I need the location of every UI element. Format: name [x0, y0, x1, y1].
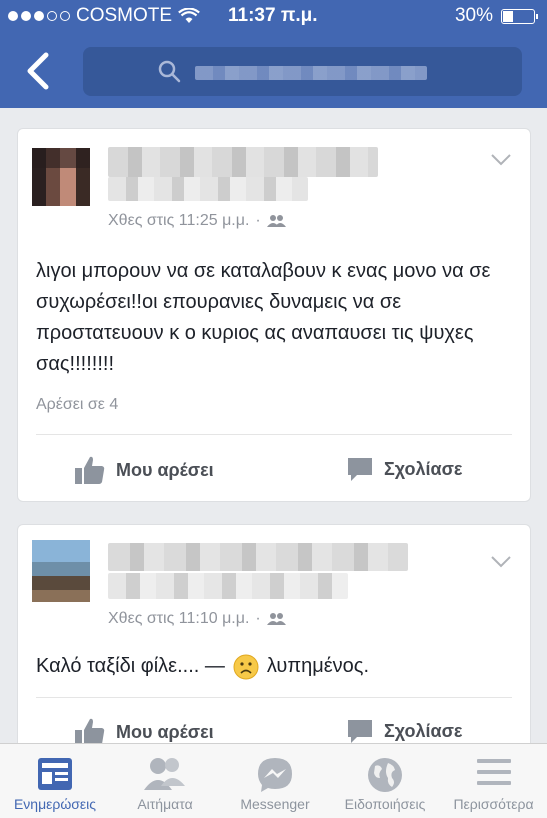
chevron-down-icon[interactable] — [490, 153, 512, 167]
comment-button[interactable]: Σχολίασε — [346, 717, 462, 745]
tab-label: Ειδοποιήσεις — [344, 796, 426, 812]
divider — [36, 434, 512, 435]
meta-separator: · — [255, 212, 261, 229]
likes-count[interactable]: Αρέσει σε 4 — [36, 396, 118, 414]
tab-label: Ενημερώσεις — [13, 796, 97, 812]
tab-messenger[interactable]: Messenger — [220, 744, 330, 818]
battery-percent: 30% — [454, 5, 493, 26]
status-bar: COSMOTE 11:37 π.μ. 30% — [0, 0, 547, 34]
post-text: λιγοι μπορουν να σε καταλαβουν κ ενας μο… — [36, 260, 491, 375]
tab-label: Περισσότερα — [453, 796, 534, 812]
clock: 11:37 π.μ. — [228, 5, 318, 26]
search-field[interactable] — [83, 47, 522, 96]
like-button[interactable]: Μου αρέσει — [74, 455, 214, 485]
signal-carrier: COSMOTE — [8, 5, 200, 27]
tab-bar: Ενημερώσεις Αιτήματα Messenger Ειδοποιήσ… — [0, 743, 547, 818]
messenger-icon — [258, 758, 292, 792]
author-name-blurred[interactable] — [108, 573, 348, 599]
post-card: Χθες στις 11:10 μ.μ. · Καλό ταξίδι φίλε.… — [17, 524, 531, 774]
like-label: Μου αρέσει — [116, 459, 214, 480]
sad-face-icon — [233, 654, 259, 679]
chevron-down-icon[interactable] — [490, 555, 512, 569]
tab-label: Messenger — [240, 796, 310, 812]
author-name-blurred[interactable] — [108, 147, 378, 177]
tab-news-feed[interactable]: Ενημερώσεις — [0, 744, 110, 818]
post-text-row: Καλό ταξίδι φίλε.... — λυπημένος. — [36, 651, 516, 682]
meta-separator: · — [255, 610, 261, 627]
news-feed-icon — [38, 758, 72, 790]
tab-notifications[interactable]: Ειδοποιήσεις — [330, 744, 440, 818]
nav-bar — [0, 34, 547, 108]
battery-status: 30% — [454, 5, 538, 27]
comment-label: Σχολίασε — [384, 720, 463, 741]
tab-label: Αιτήματα — [137, 796, 193, 812]
like-label: Μου αρέσει — [116, 721, 214, 742]
post-text: Καλό ταξίδι φίλε.... — — [36, 655, 225, 677]
thumbs-up-icon — [75, 456, 105, 484]
comment-icon — [348, 720, 372, 743]
friends-audience-icon — [266, 215, 286, 227]
comment-button[interactable]: Σχολίασε — [346, 455, 462, 483]
post-timestamp[interactable]: Χθες στις 11:25 μ.μ. — [108, 212, 249, 230]
tab-friend-requests[interactable]: Αιτήματα — [110, 744, 220, 818]
search-query-blurred — [195, 66, 427, 80]
signal-strength-icon — [8, 11, 70, 21]
carrier-name: COSMOTE — [76, 5, 173, 26]
author-name-blurred[interactable] — [108, 543, 408, 571]
globe-icon — [368, 758, 402, 792]
menu-icon — [476, 759, 511, 785]
feeling-label[interactable]: λυπημένος. — [267, 651, 369, 682]
author-name-blurred[interactable] — [108, 177, 308, 201]
post-meta: Χθες στις 11:10 μ.μ. · — [108, 610, 287, 628]
friends-audience-icon — [266, 613, 286, 625]
wifi-icon — [178, 8, 200, 23]
post-meta: Χθες στις 11:25 μ.μ. · — [108, 212, 287, 230]
battery-level — [503, 10, 513, 22]
divider — [36, 697, 512, 698]
post-card: Χθες στις 11:25 μ.μ. · λιγοι μπορουν να … — [17, 128, 531, 502]
avatar[interactable] — [32, 148, 90, 206]
search-icon — [158, 60, 181, 83]
app-header: COSMOTE 11:37 π.μ. 30% — [0, 0, 547, 108]
comment-label: Σχολίασε — [384, 458, 463, 479]
post-timestamp[interactable]: Χθες στις 11:10 μ.μ. — [108, 610, 249, 628]
avatar[interactable] — [32, 540, 90, 602]
friend-requests-icon — [144, 758, 185, 790]
battery-icon — [501, 8, 538, 24]
back-icon[interactable] — [22, 51, 56, 91]
comment-icon — [348, 458, 372, 481]
tab-more[interactable]: Περισσότερα — [440, 744, 547, 818]
